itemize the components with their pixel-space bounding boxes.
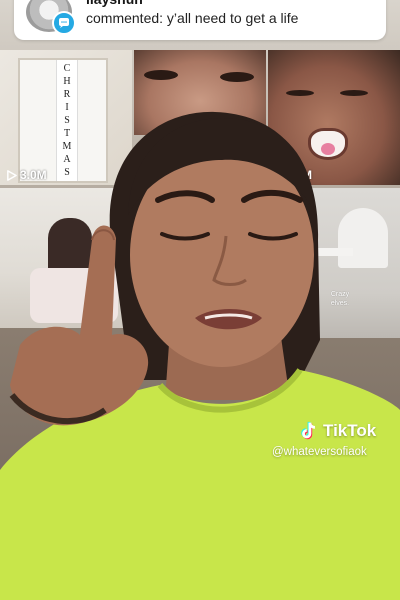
comment-reply-banner[interactable]: llaysnun commented: y’all need to get a … xyxy=(14,0,386,40)
creator-video xyxy=(0,111,400,600)
comment-username[interactable]: llaysnun xyxy=(86,0,143,6)
tiktok-watermark: TikTok xyxy=(298,420,376,442)
tiktok-logo-icon xyxy=(301,421,316,440)
creator-handle: @whateversofiaok xyxy=(272,446,367,458)
tiktok-brand-text: TikTok xyxy=(323,421,377,440)
comment-icon xyxy=(59,18,69,28)
reply-badge xyxy=(52,11,76,35)
comment-text: commented: y’all need to get a life xyxy=(86,10,299,26)
video-stage[interactable]: CHRISTMAS 3.0M Crazy elves. M M xyxy=(0,0,400,600)
